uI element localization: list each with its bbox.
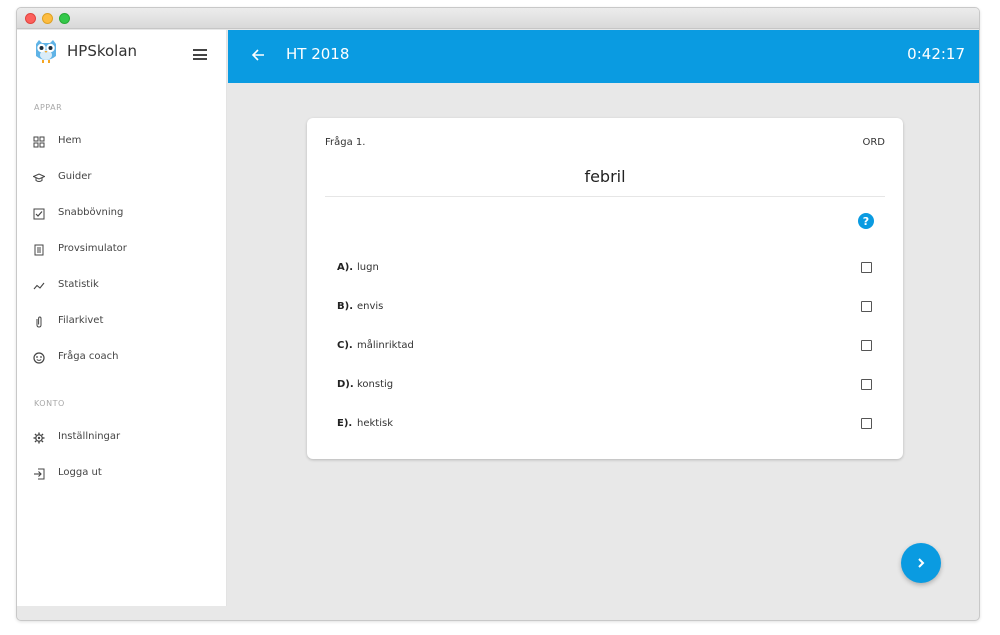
answer-option-a[interactable]: A). lugn xyxy=(307,254,903,284)
sidebar: HPSkolan APPAR Hem Guider Snabbövning Pr… xyxy=(17,30,227,606)
svg-text:?: ? xyxy=(863,215,869,228)
sidebar-item-filarkivet[interactable]: Filarkivet xyxy=(17,310,226,340)
question-number: Fråga 1. xyxy=(325,137,366,148)
sidebar-item-statistik[interactable]: Statistik xyxy=(17,274,226,304)
option-letter: A). xyxy=(337,262,354,273)
chevron-right-icon xyxy=(918,558,925,568)
next-question-button[interactable] xyxy=(901,543,941,583)
minimize-window-button[interactable] xyxy=(42,13,53,24)
answer-option-c[interactable]: C). målinriktad xyxy=(307,332,903,362)
app-name: HPSkolan xyxy=(67,42,138,60)
answer-option-d[interactable]: D). konstig xyxy=(307,371,903,401)
maximize-window-button[interactable] xyxy=(59,13,70,24)
sidebar-item-guider[interactable]: Guider xyxy=(17,166,226,196)
section-label-account: KONTO xyxy=(34,399,65,408)
grid-icon xyxy=(33,136,45,148)
gear-icon xyxy=(33,432,45,444)
top-app-bar: HT 2018 0:42:17 xyxy=(228,30,979,83)
app-window: HPSkolan APPAR Hem Guider Snabbövning Pr… xyxy=(16,7,980,621)
sidebar-item-provsimulator[interactable]: Provsimulator xyxy=(17,238,226,268)
sidebar-item-label: Statistik xyxy=(58,279,99,290)
sidebar-item-label: Logga ut xyxy=(58,467,102,478)
trend-line-icon xyxy=(33,282,45,290)
sidebar-item-label: Fråga coach xyxy=(58,351,119,362)
divider xyxy=(325,196,885,197)
sidebar-item-label: Provsimulator xyxy=(58,243,127,254)
option-checkbox[interactable] xyxy=(861,301,872,312)
paperclip-icon xyxy=(36,316,42,328)
sidebar-item-label: Filarkivet xyxy=(58,315,104,326)
logout-icon xyxy=(34,468,45,480)
option-text: konstig xyxy=(357,379,394,390)
checkbox-icon xyxy=(33,208,45,220)
sidebar-item-snabbovning[interactable]: Snabbövning xyxy=(17,202,226,232)
owl-logo-icon xyxy=(36,40,56,63)
brand: HPSkolan xyxy=(17,30,226,90)
option-letter: B). xyxy=(337,301,353,312)
page-title: HT 2018 xyxy=(286,45,350,63)
sidebar-item-logga-ut[interactable]: Logga ut xyxy=(17,462,226,492)
option-text: målinriktad xyxy=(357,340,414,351)
option-letter: D). xyxy=(337,379,354,390)
timer: 0:42:17 xyxy=(907,45,965,63)
chat-icon xyxy=(33,352,45,364)
option-checkbox[interactable] xyxy=(861,262,872,273)
answer-option-e[interactable]: E). hektisk xyxy=(307,410,903,440)
help-icon[interactable]: ? xyxy=(858,213,874,229)
sidebar-item-installningar[interactable]: Inställningar xyxy=(17,426,226,456)
option-text: envis xyxy=(357,301,384,312)
document-icon xyxy=(34,244,44,256)
option-letter: C). xyxy=(337,340,353,351)
sidebar-item-label: Inställningar xyxy=(58,431,121,442)
sidebar-item-hem[interactable]: Hem xyxy=(17,130,226,160)
sidebar-item-fraga-coach[interactable]: Fråga coach xyxy=(17,346,226,376)
option-checkbox[interactable] xyxy=(861,418,872,429)
option-letter: E). xyxy=(337,418,353,429)
answer-option-b[interactable]: B). envis xyxy=(307,293,903,323)
close-window-button[interactable] xyxy=(25,13,36,24)
question-word: febril xyxy=(584,167,626,186)
menu-icon[interactable] xyxy=(193,49,207,60)
option-checkbox[interactable] xyxy=(861,340,872,351)
question-card: Fråga 1. ORD febril ? A). lugn B). envis… xyxy=(307,118,903,459)
arrow-left-icon[interactable] xyxy=(251,48,265,62)
window-titlebar xyxy=(17,8,979,29)
sidebar-item-label: Hem xyxy=(58,135,82,146)
option-checkbox[interactable] xyxy=(861,379,872,390)
option-text: hektisk xyxy=(357,418,393,429)
option-text: lugn xyxy=(357,262,379,273)
sidebar-footer xyxy=(17,606,227,620)
sidebar-item-label: Guider xyxy=(58,171,92,182)
section-label-apps: APPAR xyxy=(34,103,63,112)
graduation-cap-icon xyxy=(33,173,45,182)
sidebar-item-label: Snabbövning xyxy=(58,207,124,218)
question-type: ORD xyxy=(862,137,885,148)
